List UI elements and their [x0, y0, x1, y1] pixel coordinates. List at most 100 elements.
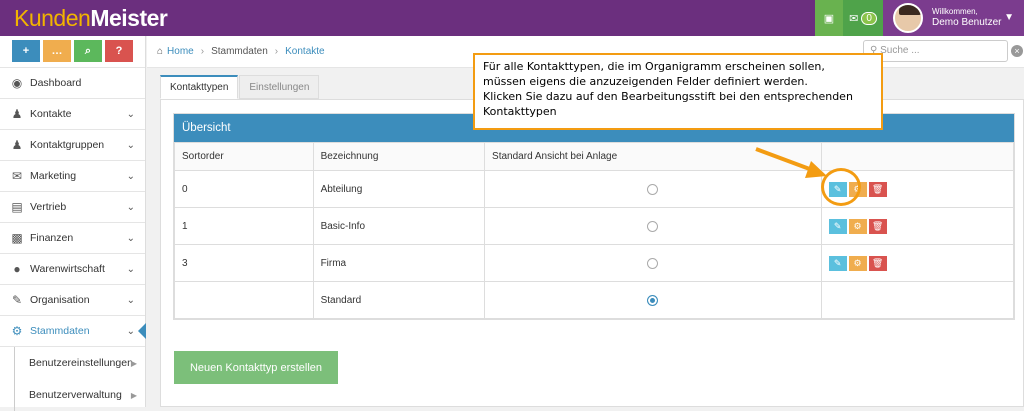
sidebar-subitem-label: Benutzereinstellungen [29, 357, 133, 369]
sidebar-item-label: Warenwirtschaft [30, 263, 105, 275]
quick-buttons: + … ⌕ ? [0, 36, 145, 68]
cell-sortorder [174, 281, 314, 319]
sidebar-item-finanzen[interactable]: ▩ Finanzen ⌄ [0, 223, 145, 254]
sidebar-item-label: Kontaktgruppen [30, 139, 105, 151]
dashboard-icon: ◉ [11, 76, 23, 90]
cell-name: Firma [312, 244, 486, 282]
breadcrumb-kontakte[interactable]: Kontakte [285, 46, 324, 57]
overview-box: Übersicht Sortorder Bezeichnung Standard… [173, 113, 1015, 320]
quick-add-button[interactable]: + [12, 40, 40, 62]
column-header-bezeichnung[interactable]: Bezeichnung [312, 142, 486, 171]
chevron-down-icon: ⌄ [126, 325, 135, 337]
table-row: 3 Firma ✎ ⚙ 🗑 [174, 244, 1015, 282]
logo-part2: Meister [90, 5, 168, 31]
sidebar-item-stammdaten[interactable]: ⚙ Stammdaten ⌄ [0, 316, 146, 347]
search-placeholder: Suche ... [880, 45, 920, 56]
quick-help-button[interactable]: ? [105, 40, 133, 62]
sidebar-item-label: Organisation [30, 294, 90, 306]
cell-default-view [484, 244, 822, 282]
cogs-icon: ⚙ [853, 257, 862, 268]
top-bar: KundenMeister ▣ ✉ 0 Willkommen, Demo Benu… [0, 0, 1024, 36]
search-input[interactable]: ⚲ Suche ... [863, 40, 1008, 62]
envelope-icon: ✉ [11, 169, 23, 183]
cell-name: Basic-Info [312, 207, 486, 245]
sidebar-item-warenwirtschaft[interactable]: ● Warenwirtschaft ⌄ [0, 254, 145, 285]
column-header-actions [820, 142, 1015, 171]
sidebar-item-label: Kontakte [30, 108, 72, 120]
breadcrumb-separator: › [200, 46, 205, 57]
welcome-text: Willkommen, [932, 7, 978, 16]
default-view-radio[interactable] [647, 220, 659, 232]
default-view-radio[interactable] [647, 257, 659, 269]
sidebar-item-label: Dashboard [30, 77, 82, 89]
quick-chat-button[interactable]: … [43, 40, 71, 62]
delete-button[interactable]: 🗑 [868, 218, 887, 234]
settings-button[interactable]: ⚙ [848, 218, 867, 234]
sidebar-subitem-label: Benutzerverwaltung [29, 389, 122, 401]
chevron-down-icon: ⌄ [126, 170, 135, 182]
user-menu[interactable]: Willkommen, Demo Benutzer ▼ [883, 0, 1024, 36]
cell-actions [820, 281, 1015, 319]
sidebar-item-label: Vertrieb [30, 201, 67, 213]
breadcrumb-stammdaten[interactable]: Stammdaten [211, 46, 268, 57]
sidebar: + … ⌕ ? ◉ Dashboard ♟ Kontakte ⌄ ♟ Kontaktgr… [0, 36, 146, 411]
user-name: Demo Benutzer [932, 17, 1002, 28]
pencil-icon: ✎ [833, 257, 842, 268]
sidebar-item-dashboard[interactable]: ◉ Dashboard [0, 68, 145, 99]
edit-button[interactable]: ✎ [828, 255, 847, 271]
chevron-down-icon: ⌄ [126, 294, 135, 306]
messages-badge: 0 [861, 11, 877, 25]
sidebar-subitem-benutzerverwaltung[interactable]: Benutzerverwaltung ▶ [0, 379, 145, 411]
tab-einstellungen[interactable]: Einstellungen [239, 75, 320, 99]
cell-actions: ✎ ⚙ 🗑 [820, 244, 1015, 282]
edit-icon: ✎ [11, 293, 23, 307]
sidebar-item-kontaktgruppen[interactable]: ♟ Kontaktgruppen ⌄ [0, 130, 145, 161]
clear-search-icon[interactable]: × [1011, 45, 1023, 57]
table-row: Standard [174, 281, 1015, 319]
default-view-radio[interactable] [647, 183, 659, 195]
delete-button[interactable]: 🗑 [868, 181, 887, 197]
edit-button[interactable]: ✎ [828, 218, 847, 234]
table-row: 1 Basic-Info ✎ ⚙ 🗑 [174, 207, 1015, 245]
app-logo[interactable]: KundenMeister [14, 5, 168, 32]
sidebar-item-vertrieb[interactable]: ▤ Vertrieb ⌄ [0, 192, 145, 223]
new-contact-type-button[interactable]: Neuen Kontakttyp erstellen [174, 351, 338, 384]
annotation-arrow-icon [755, 147, 827, 178]
sidebar-item-organisation[interactable]: ✎ Organisation ⌄ [0, 285, 145, 316]
callout-line: müssen eigens die anzuzeigenden Felder d… [483, 75, 808, 88]
column-header-sortorder[interactable]: Sortorder [174, 142, 314, 171]
chevron-down-icon: ⌄ [126, 139, 135, 151]
cell-name: Abteilung [312, 170, 486, 208]
user-icon: ♟ [11, 107, 23, 121]
callout-line: Für alle Kontakttypen, die im Organigram… [483, 60, 825, 73]
comment-icon: ✉ [849, 12, 859, 25]
cell-actions: ✎ ⚙ 🗑 [820, 207, 1015, 245]
cell-name: Standard [312, 281, 486, 319]
tab-kontakttypen[interactable]: Kontakttypen [160, 75, 239, 99]
default-view-radio-selected[interactable] [647, 294, 659, 306]
chat-icon: ▣ [823, 12, 835, 25]
cogs-icon: ⚙ [11, 324, 23, 338]
settings-button[interactable]: ⚙ [848, 255, 867, 271]
cogs-icon: ⚙ [853, 220, 862, 231]
quick-search-button[interactable]: ⌕ [74, 40, 102, 62]
breadcrumb-separator: › [274, 46, 279, 57]
table-row: 0 Abteilung ✎ ⚙ 🗑 [174, 170, 1015, 208]
tab-panel: Übersicht Sortorder Bezeichnung Standard… [160, 99, 1024, 407]
messages-button[interactable]: ✉ 0 [843, 0, 883, 36]
delete-button[interactable]: 🗑 [868, 255, 887, 271]
chat-button[interactable]: ▣ [815, 0, 843, 36]
contact-types-table: Sortorder Bezeichnung Standard Ansicht b… [174, 142, 1015, 319]
pencil-icon: ✎ [833, 220, 842, 231]
chevron-right-icon: ▶ [130, 358, 137, 368]
cell-sortorder: 3 [174, 244, 314, 282]
sidebar-subitem-benutzereinstellungen[interactable]: Benutzereinstellungen ▶ [0, 347, 145, 379]
caret-down-icon: ▼ [1004, 12, 1014, 23]
cell-default-view [484, 207, 822, 245]
trash-icon: 🗑 [871, 183, 884, 194]
sidebar-item-marketing[interactable]: ✉ Marketing ⌄ [0, 161, 145, 192]
sidebar-item-kontakte[interactable]: ♟ Kontakte ⌄ [0, 99, 145, 130]
chevron-down-icon: ⌄ [126, 263, 135, 275]
highlight-circle [821, 168, 861, 206]
breadcrumb-home[interactable]: Home [167, 46, 194, 57]
